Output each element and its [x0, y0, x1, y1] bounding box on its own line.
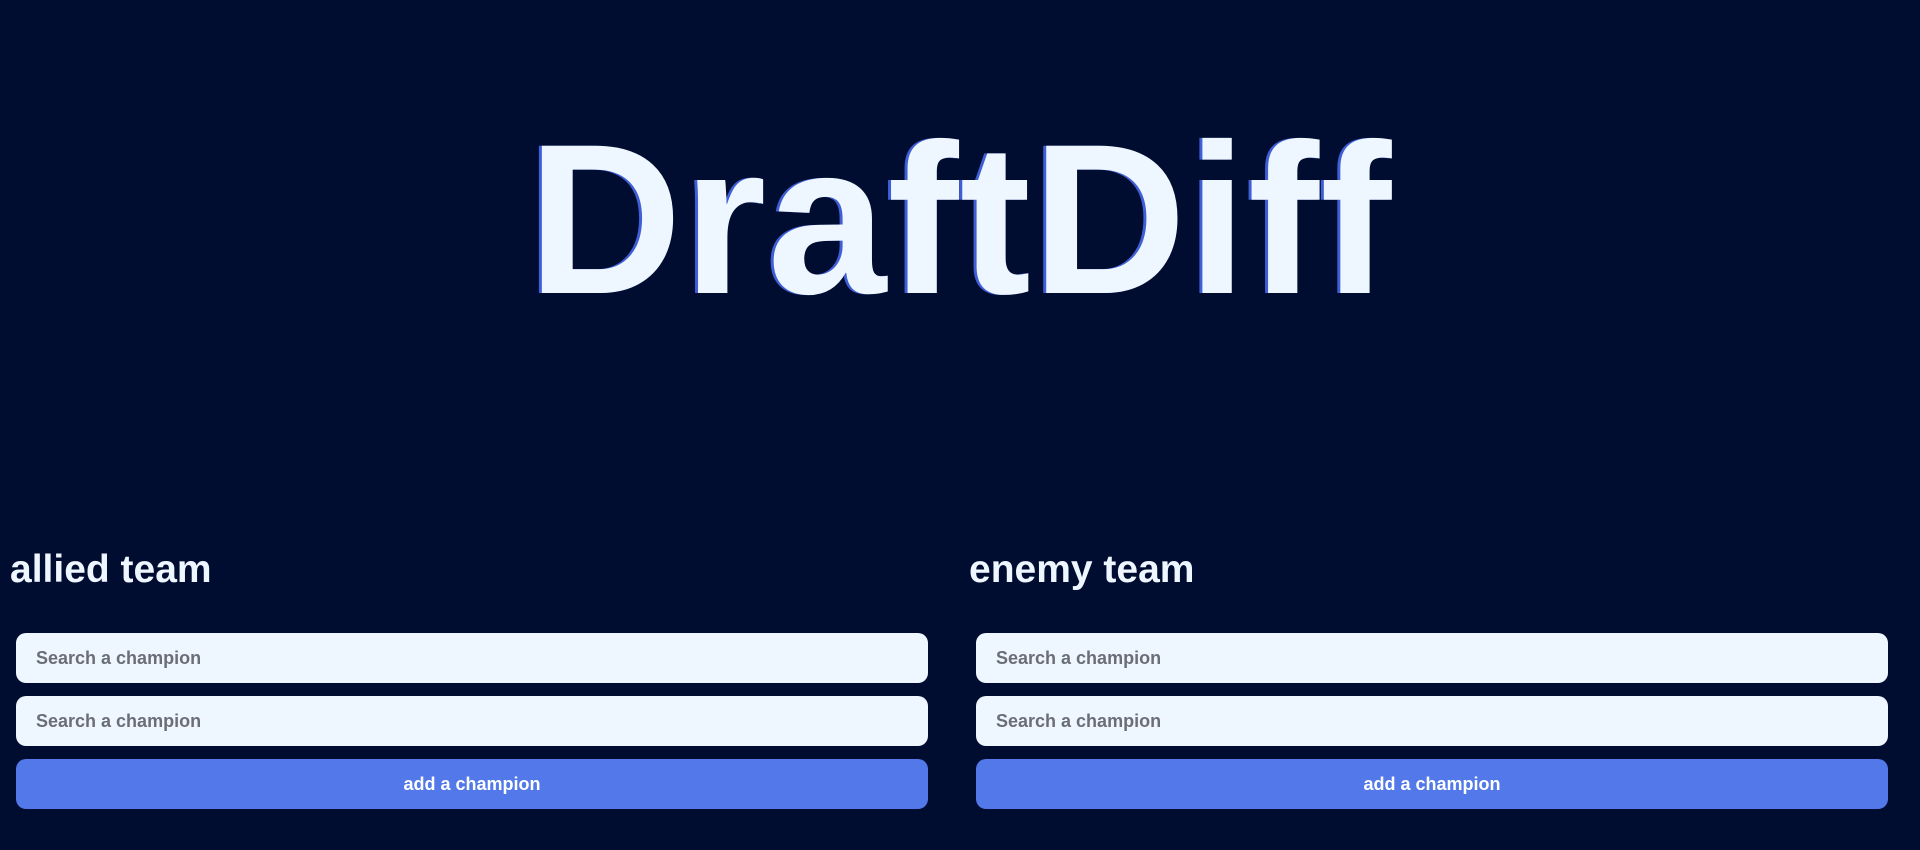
enemy-champion-search-input-1[interactable] — [976, 633, 1888, 683]
enemy-add-champion-button[interactable]: add a champion — [976, 759, 1888, 809]
enemy-champion-search-input-2[interactable] — [976, 696, 1888, 746]
app-page: DraftDiff allied team add a champion ene… — [0, 0, 1920, 850]
teams-container: allied team add a champion enemy team ad… — [0, 540, 1920, 809]
enemy-team-fields: add a champion — [960, 633, 1920, 809]
allied-team-heading: allied team — [10, 548, 212, 591]
app-title: DraftDiff — [527, 100, 1393, 339]
allied-champion-search-input-2[interactable] — [16, 696, 928, 746]
allied-team-fields: add a champion — [0, 633, 960, 809]
enemy-team-heading: enemy team — [969, 548, 1195, 591]
allied-add-champion-button[interactable]: add a champion — [16, 759, 928, 809]
allied-team-panel: allied team add a champion — [0, 540, 960, 809]
enemy-team-panel: enemy team add a champion — [960, 540, 1920, 809]
allied-champion-search-input-1[interactable] — [16, 633, 928, 683]
